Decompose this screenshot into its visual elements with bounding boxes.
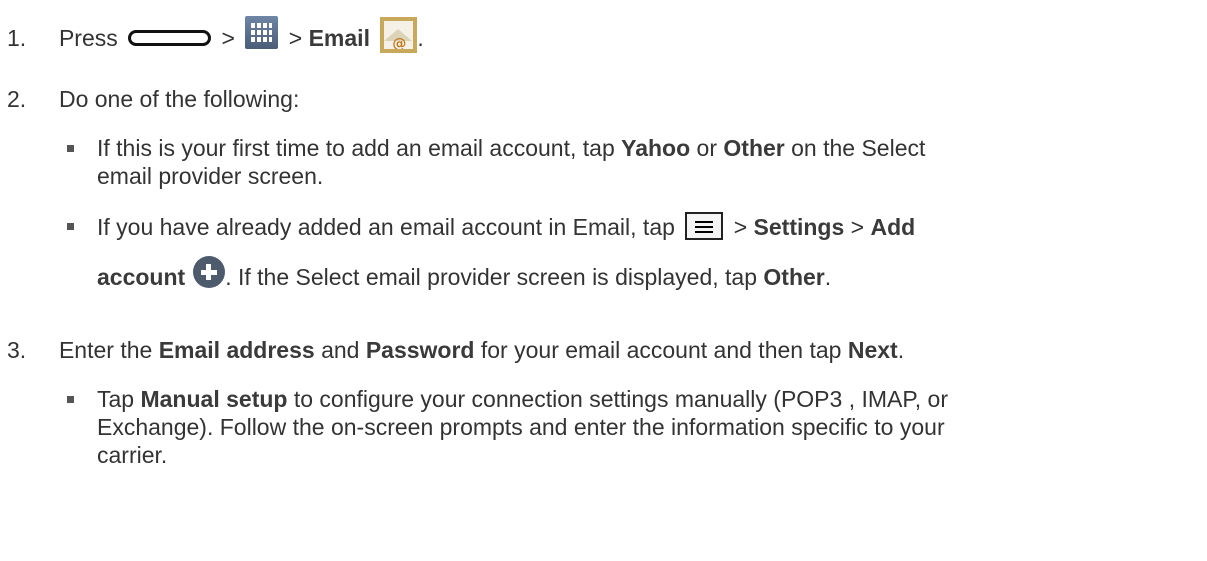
- add-icon: [193, 255, 226, 288]
- apps-icon: [245, 16, 279, 50]
- other-label: Other: [723, 135, 785, 161]
- step-2-bullet-1-line-2: email provider screen.: [97, 163, 324, 189]
- step-3: 3. Enter the Email address and Password …: [7, 337, 905, 363]
- password-label: Password: [365, 337, 475, 363]
- step-1: 1. Press > > Email @ .: [7, 16, 424, 63]
- email-label: Email: [308, 25, 370, 51]
- add-label: Add: [870, 214, 916, 240]
- step-text: Do one of the following:: [58, 86, 300, 112]
- menu-icon: [685, 211, 724, 240]
- bullet-marker: [67, 145, 74, 152]
- yahoo-label: Yahoo: [621, 135, 691, 161]
- step-text: Press: [58, 25, 118, 51]
- email-icon: @: [380, 16, 418, 53]
- step-3-bullet-1-line-3: carrier.: [97, 442, 168, 468]
- manual-setup-label: Manual setup: [140, 386, 288, 412]
- step-2-bullet-2-line-2: account. If the Select email provider sc…: [97, 255, 831, 302]
- other-label: Other: [763, 264, 825, 290]
- step-2-bullet-2-line-1: If you have already added an email accou…: [97, 205, 915, 249]
- step-number: 2.: [7, 86, 27, 112]
- separator: >: [221, 25, 235, 51]
- email-address-label: Email address: [158, 337, 315, 363]
- step-2: 2. Do one of the following:: [7, 86, 299, 112]
- settings-label: Settings: [753, 214, 845, 240]
- bullet-marker: [67, 223, 74, 230]
- bullet-marker: [67, 396, 74, 403]
- step-number: 3.: [7, 337, 27, 363]
- step-2-bullet-1-line-1: If this is your first time to add an ema…: [97, 135, 926, 161]
- step-3-bullet-1-line-1: Tap Manual setup to configure your conne…: [97, 386, 948, 412]
- step-3-bullet-1-line-2: Exchange). Follow the on-screen prompts …: [97, 414, 945, 440]
- home-key-icon: [128, 29, 212, 46]
- step-number: 1.: [7, 25, 27, 51]
- account-label: account: [97, 264, 186, 290]
- separator: >: [288, 25, 303, 51]
- next-label: Next: [847, 337, 898, 363]
